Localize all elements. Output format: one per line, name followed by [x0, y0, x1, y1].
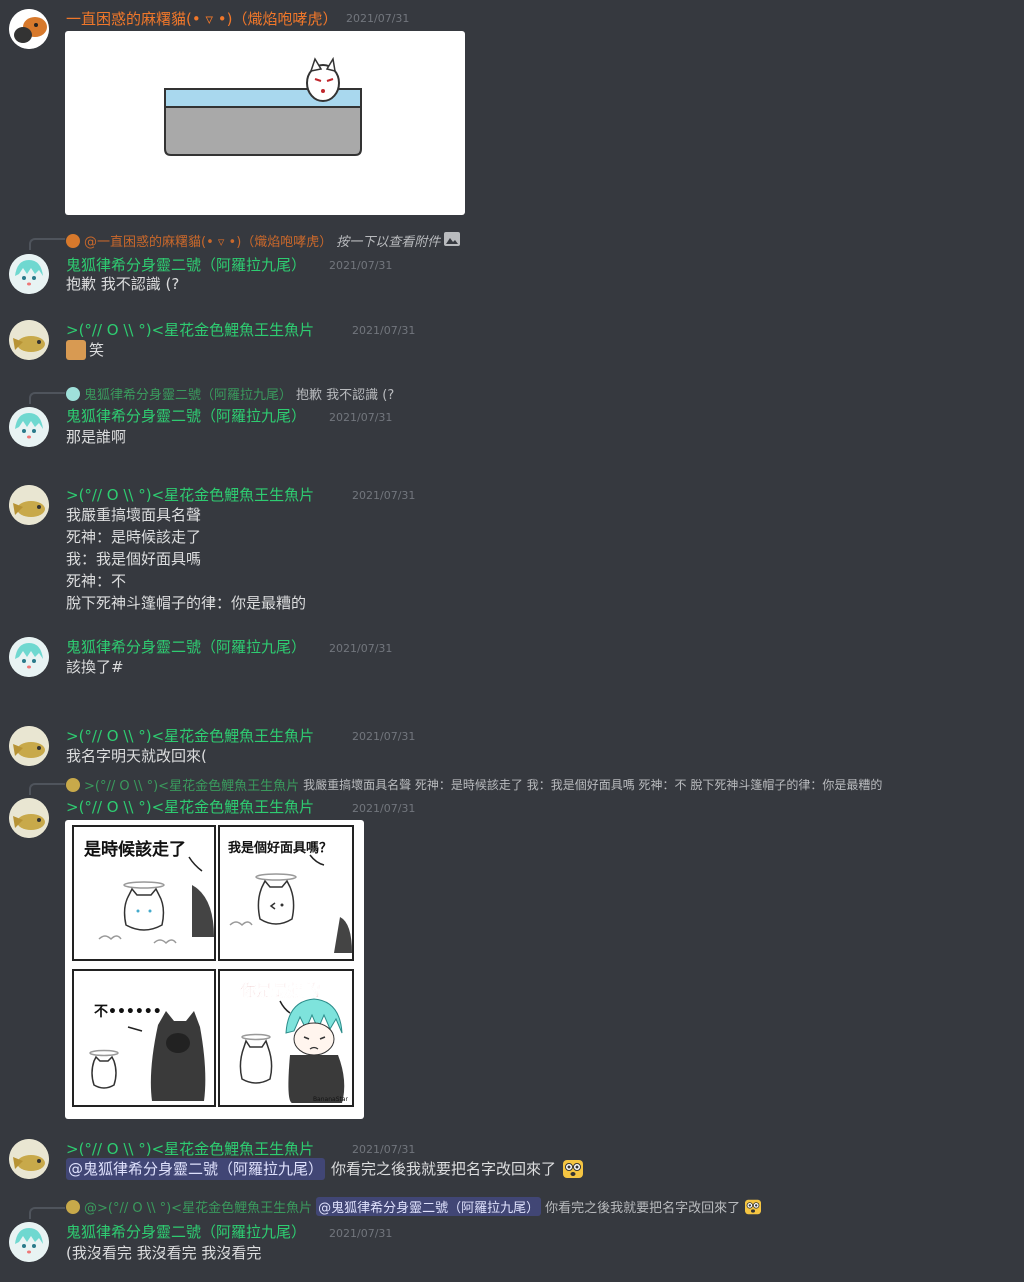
reply-preview[interactable]: @一直困惑的麻糬貓(• ▿ •)（熾焰咆哮虎） 按一下以查看附件: [66, 231, 461, 250]
avatar[interactable]: [9, 254, 49, 294]
message-text: (我沒看完 我沒看完 我沒看完: [66, 1244, 262, 1262]
timestamp: 2021/07/31: [329, 1227, 393, 1240]
timestamp: 2021/07/31: [329, 642, 393, 655]
avatar[interactable]: [9, 637, 49, 677]
message-text: @鬼狐律希分身靈二號（阿羅拉九尾） 你看完之後我就要把名字改回來了: [66, 1158, 584, 1180]
shocked-face-emoji-icon: [744, 1199, 762, 1215]
reply-preview[interactable]: >(°// O \\ °)<星花金色鯉魚王生魚片 我嚴重搞壞面具名聲 死神：是時…: [66, 775, 882, 794]
username[interactable]: >(°// O \\ °)<星花金色鯉魚王生魚片: [66, 1138, 314, 1159]
avatar[interactable]: [9, 407, 49, 447]
reply-spine: [29, 1207, 65, 1219]
username[interactable]: 鬼狐律希分身靈二號（阿羅拉九尾）: [66, 1221, 306, 1242]
reply-preview[interactable]: 鬼狐律希分身靈二號（阿羅拉九尾） 抱歉 我不認識 (?: [66, 384, 394, 403]
reply-avatar: [66, 1199, 80, 1214]
avatar[interactable]: [9, 1222, 49, 1262]
username[interactable]: >(°// O \\ °)<星花金色鯉魚王生魚片: [66, 796, 314, 817]
reply-avatar: [66, 233, 80, 248]
avatar[interactable]: [9, 726, 49, 766]
message-line: 死神：不: [66, 572, 127, 590]
message-text: 我名字明天就改回來(: [66, 747, 207, 765]
username[interactable]: 一直困惑的麻糬貓(• ▿ •)（熾焰咆哮虎）: [66, 8, 337, 29]
message-text: 該換了#: [66, 658, 124, 676]
reply-text[interactable]: 你看完之後我就要把名字改回來了: [545, 1197, 740, 1216]
timestamp: 2021/07/31: [352, 802, 416, 815]
timestamp: 2021/07/31: [352, 1143, 416, 1156]
comic-image-attachment[interactable]: 是時候該走了 我是個好面具嗎？ 不•••••• 你是最爛的 BananaStar: [65, 820, 364, 1119]
username[interactable]: 鬼狐律希分身靈二號（阿羅拉九尾）: [66, 254, 306, 275]
reply-spine: [29, 238, 65, 250]
avatar[interactable]: [9, 9, 49, 49]
username[interactable]: 鬼狐律希分身靈二號（阿羅拉九尾）: [66, 636, 306, 657]
reply-preview[interactable]: @>(°// O \\ °)<星花金色鯉魚王生魚片 @鬼狐律希分身靈二號（阿羅拉…: [66, 1197, 762, 1216]
reply-author[interactable]: @一直困惑的麻糬貓(• ▿ •)（熾焰咆哮虎）: [84, 231, 332, 250]
timestamp: 2021/07/31: [329, 411, 393, 424]
username[interactable]: >(°// O \\ °)<星花金色鯉魚王生魚片: [66, 725, 314, 746]
reply-avatar: [66, 386, 80, 401]
avatar[interactable]: [9, 798, 49, 838]
reply-spine: [29, 783, 65, 795]
username[interactable]: >(°// O \\ °)<星花金色鯉魚王生魚片: [66, 484, 314, 505]
timestamp: 2021/07/31: [329, 259, 393, 272]
username[interactable]: 鬼狐律希分身靈二號（阿羅拉九尾）: [66, 405, 306, 426]
username[interactable]: >(°// O \\ °)<星花金色鯉魚王生魚片: [66, 319, 314, 340]
timestamp: 2021/07/31: [352, 324, 416, 337]
avatar[interactable]: [9, 1139, 49, 1179]
shocked-face-emoji-icon[interactable]: [562, 1159, 584, 1179]
reply-spine: [29, 392, 65, 404]
timestamp: 2021/07/31: [346, 12, 410, 25]
timestamp: 2021/07/31: [352, 489, 416, 502]
comic-panel: 不••••••: [72, 969, 216, 1107]
user-mention[interactable]: @鬼狐律希分身靈二號（阿羅拉九尾）: [66, 1158, 326, 1180]
comic-panel: 我是個好面具嗎？: [218, 825, 354, 961]
message-text: 那是誰啊: [66, 428, 127, 446]
message-line: 我嚴重搞壞面具名聲: [66, 506, 202, 524]
avatar[interactable]: [9, 485, 49, 525]
reply-mention[interactable]: @鬼狐律希分身靈二號（阿羅拉九尾）: [316, 1197, 542, 1216]
avatar[interactable]: [9, 320, 49, 360]
reply-author[interactable]: >(°// O \\ °)<星花金色鯉魚王生魚片: [84, 775, 299, 794]
message-line: 脫下死神斗篷帽子的律：你是最糟的: [66, 594, 307, 612]
comic-panel: 是時候該走了: [72, 825, 216, 961]
message-text: 抱歉 我不認識 (?: [66, 275, 180, 293]
message-line: 我：我是個好面具嗎: [66, 550, 202, 568]
message-body: 你看完之後我就要把名字改回來了: [331, 1160, 557, 1178]
timestamp: 2021/07/31: [352, 730, 416, 743]
message-text: 笑: [66, 339, 104, 361]
reply-author[interactable]: @>(°// O \\ °)<星花金色鯉魚王生魚片: [84, 1197, 312, 1216]
comic-signature: BananaStar: [312, 1096, 348, 1103]
reply-author[interactable]: 鬼狐律希分身靈二號（阿羅拉九尾）: [84, 384, 292, 403]
image-attachment[interactable]: [65, 31, 465, 215]
image-icon: [444, 231, 461, 250]
reply-avatar: [66, 777, 80, 792]
comic-panel: 你是最爛的 BananaStar: [218, 969, 354, 1107]
custom-emoji-icon[interactable]: [66, 340, 86, 360]
reply-text[interactable]: 抱歉 我不認識 (?: [296, 384, 394, 403]
reply-text[interactable]: 按一下以查看附件: [336, 231, 440, 250]
message-line: 死神：是時候該走了: [66, 528, 202, 546]
reply-text[interactable]: 我嚴重搞壞面具名聲 死神：是時候該走了 我：我是個好面具嗎 死神：不 脫下死神斗…: [303, 776, 882, 793]
